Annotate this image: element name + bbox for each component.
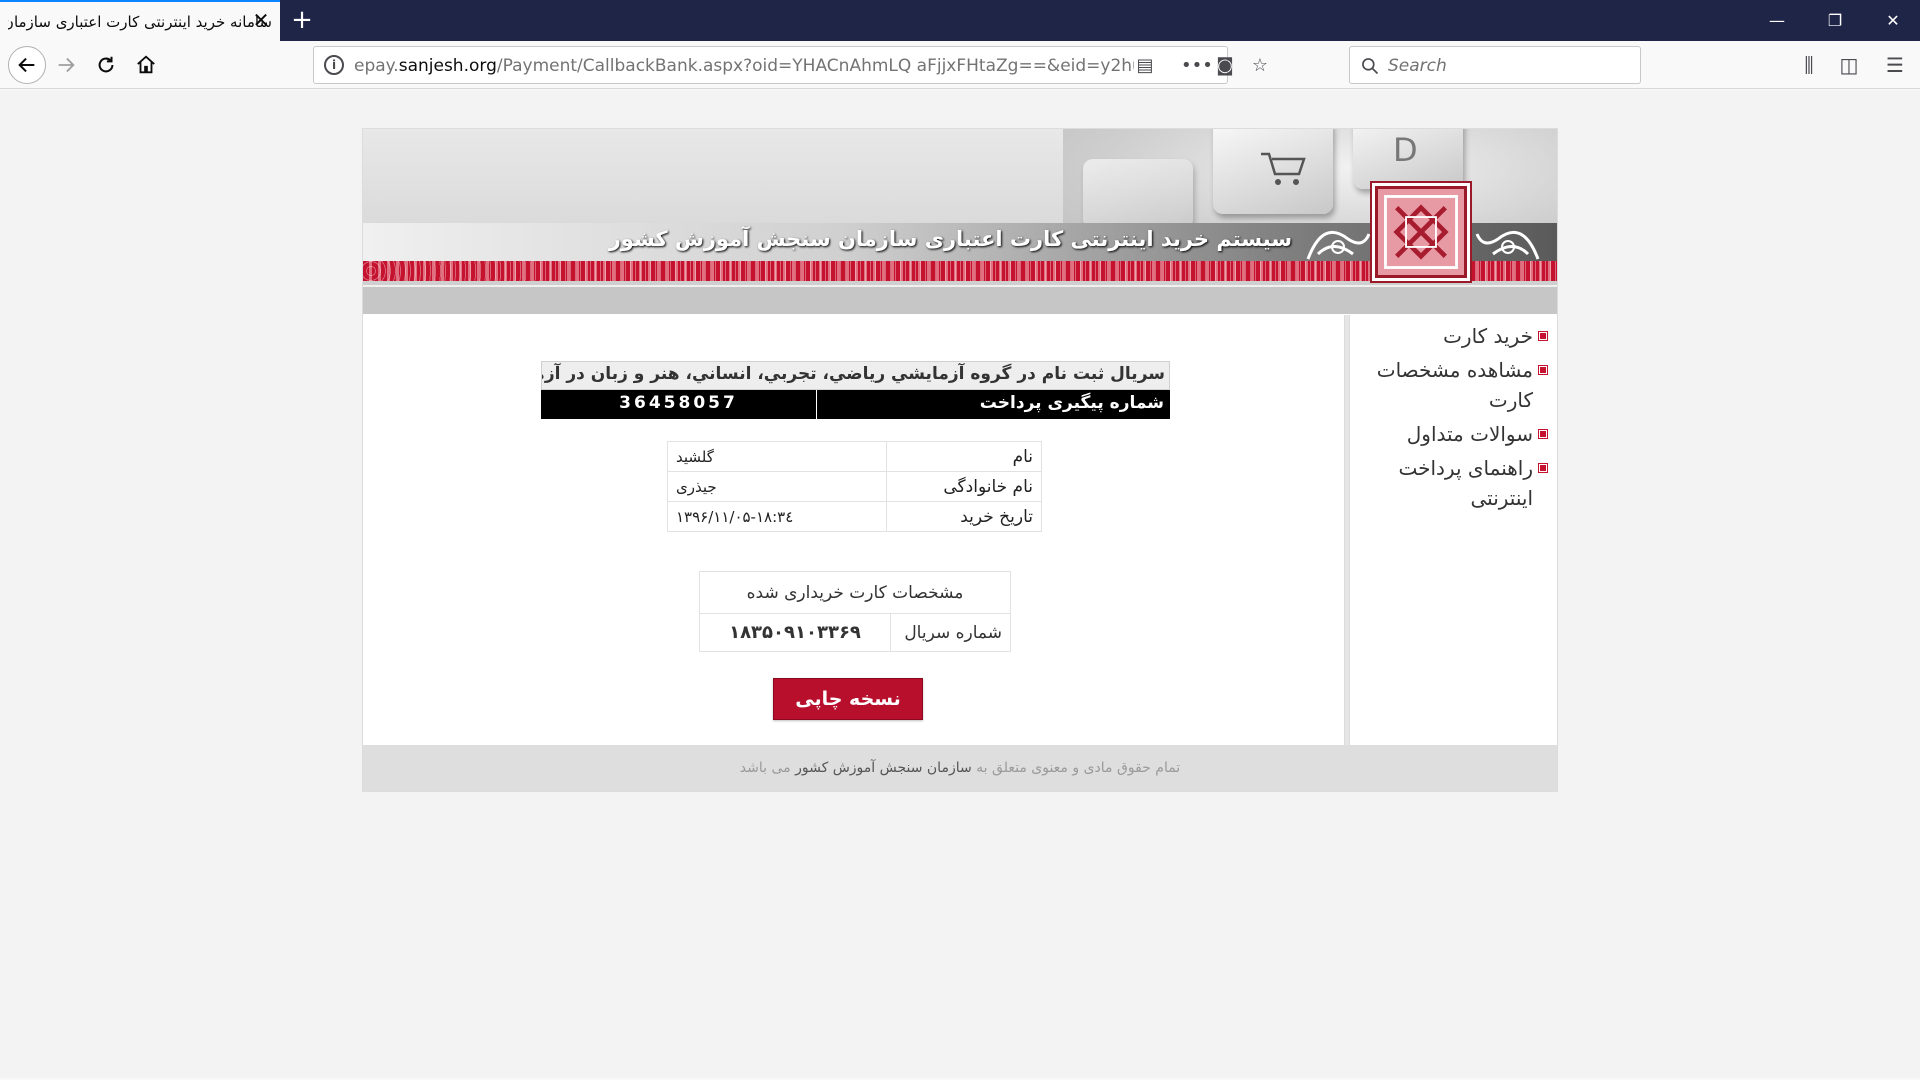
tracking-value: 36458057 [619, 393, 738, 413]
serial-title: سريال ثبت نام در گروه آزمايشي رياضي، تجر… [541, 361, 1170, 390]
minimize-icon[interactable]: — [1754, 0, 1800, 41]
sidebar-menu: خرید کارت مشاهده مشخصات کارت سوالات متدا… [1349, 315, 1557, 745]
search-icon [1362, 58, 1379, 75]
first-name-value: گلشید [667, 441, 887, 472]
sidebar-item-buy-card[interactable]: خرید کارت [1363, 321, 1547, 351]
forward-button[interactable] [48, 47, 84, 83]
home-button[interactable] [128, 47, 164, 83]
reload-icon [98, 56, 114, 73]
reload-button[interactable] [88, 47, 124, 83]
bullet-icon [1539, 366, 1547, 374]
table-row: نام خانوادگی جیذری [667, 471, 1042, 502]
site-container: D سیستم خرید اینترنتی کارت اعتباری سازما… [362, 128, 1558, 792]
library-icon[interactable]: ⫼ [1797, 53, 1821, 77]
print-button[interactable]: نسخه چاپی [773, 678, 923, 720]
browser-toolbar: i epay.sanjesh.org/Payment/CallbackBank.… [0, 41, 1920, 89]
sidebar-item-label: خرید کارت [1443, 324, 1533, 348]
buyer-info-table: نام گلشید نام خانوادگی جیذری تاریخ خرید … [667, 441, 1042, 532]
first-name-label: نام [886, 441, 1042, 472]
forward-arrow-icon [58, 57, 75, 73]
sidebar-item-faq[interactable]: سوالات متداول [1363, 419, 1547, 449]
tracking-row: شماره پیگیری پرداخت 36458057 [541, 390, 1170, 419]
site-footer: تمام حقوق مادی و معنوی متعلق به سازمان س… [363, 745, 1557, 791]
back-button[interactable] [8, 46, 46, 84]
card-serial-label: شماره سریال [890, 613, 1011, 652]
table-row: شماره سریال ۱۸۳۵۰۹۱۰۳۳۶۹ [699, 613, 1011, 652]
restore-icon[interactable]: ❐ [1812, 0, 1858, 41]
sidebar-toggle-icon[interactable]: ◫ [1837, 53, 1861, 77]
sidebar-item-payment-guide[interactable]: راهنمای پرداخت اینترنتی [1363, 453, 1547, 513]
close-window-icon[interactable]: ✕ [1870, 0, 1916, 41]
page-viewport: D سیستم خرید اینترنتی کارت اعتباری سازما… [0, 90, 1920, 1078]
sidebar-item-label: سوالات متداول [1406, 422, 1533, 446]
browser-tab-bar: سامانه خرید اینترنتی کارت اعتباری سازمان… [0, 0, 1920, 41]
reader-view-icon[interactable]: ▤ [1134, 55, 1156, 77]
new-tab-icon[interactable]: + [288, 7, 316, 35]
footer-text: تمام حقوق مادی و معنوی متعلق به [976, 760, 1181, 776]
search-field[interactable]: Search [1349, 46, 1641, 84]
sanjesh-logo [1375, 186, 1467, 278]
search-placeholder: Search [1388, 56, 1447, 76]
bookmark-star-icon[interactable]: ☆ [1249, 55, 1271, 77]
serial-box: سريال ثبت نام در گروه آزمايشي رياضي، تجر… [541, 361, 1170, 419]
purchase-date-label: تاریخ خرید [886, 501, 1042, 532]
bullet-icon [1539, 332, 1547, 340]
info-icon[interactable]: i [324, 55, 344, 75]
close-tab-icon[interactable]: ✕ [250, 9, 272, 31]
site-banner: D سیستم خرید اینترنتی کارت اعتباری سازما… [363, 129, 1557, 314]
card-info-title: مشخصات کارت خریداری شده [699, 571, 1011, 614]
footer-suffix: می باشد [739, 760, 791, 776]
ornament-right-icon [1475, 230, 1540, 260]
purchase-date-value: ۱۳۹۶/۱۱/۰۵-۱۸:۳٤ [667, 501, 887, 532]
tracking-label: شماره پیگیری پرداخت [816, 390, 1170, 419]
browser-tab[interactable]: سامانه خرید اینترنتی کارت اعتباری سازمان [0, 0, 280, 41]
banner-bottom-bar [363, 285, 1557, 314]
sidebar-item-label: مشاهده مشخصات کارت [1376, 358, 1533, 412]
bullet-icon [1539, 430, 1547, 438]
card-serial-value: ۱۸۳۵۰۹۱۰۳۳۶۹ [699, 613, 891, 652]
sidebar-item-view-card[interactable]: مشاهده مشخصات کارت [1363, 355, 1547, 415]
back-arrow-icon [18, 57, 35, 73]
ornament-left-icon [1306, 230, 1371, 260]
table-row: تاریخ خرید ۱۳۹۶/۱۱/۰۵-۱۸:۳٤ [667, 501, 1042, 532]
url-text[interactable]: epay.sanjesh.org/Payment/CallbackBank.as… [354, 56, 1134, 76]
tab-title: سامانه خرید اینترنتی کارت اعتباری سازمان [8, 12, 272, 31]
sidebar-item-label: راهنمای پرداخت اینترنتی [1398, 456, 1533, 510]
footer-org: سازمان سنجش آموزش کشور [795, 760, 972, 776]
shopping-cart-icon [1261, 152, 1306, 185]
card-info-table: مشخصات کارت خریداری شده شماره سریال ۱۸۳۵… [699, 571, 1011, 652]
home-icon [137, 55, 155, 74]
menu-icon[interactable]: ☰ [1883, 53, 1907, 77]
banner-title: سیستم خرید اینترنتی کارت اعتباری سازمان … [608, 227, 1292, 251]
table-row: مشخصات کارت خریداری شده [699, 571, 1011, 614]
table-row: نام گلشید [667, 441, 1042, 472]
pocket-icon[interactable]: ◙ [1214, 55, 1236, 77]
more-actions-icon[interactable]: ••• [1181, 55, 1213, 77]
address-bar[interactable]: i epay.sanjesh.org/Payment/CallbackBank.… [313, 46, 1268, 84]
main-content: سريال ثبت نام در گروه آزمايشي رياضي، تجر… [363, 315, 1345, 745]
last-name-label: نام خانوادگی [886, 471, 1042, 502]
key-letter-d: D [1393, 131, 1418, 169]
bullet-icon [1539, 464, 1547, 472]
last-name-value: جیذری [667, 471, 887, 502]
